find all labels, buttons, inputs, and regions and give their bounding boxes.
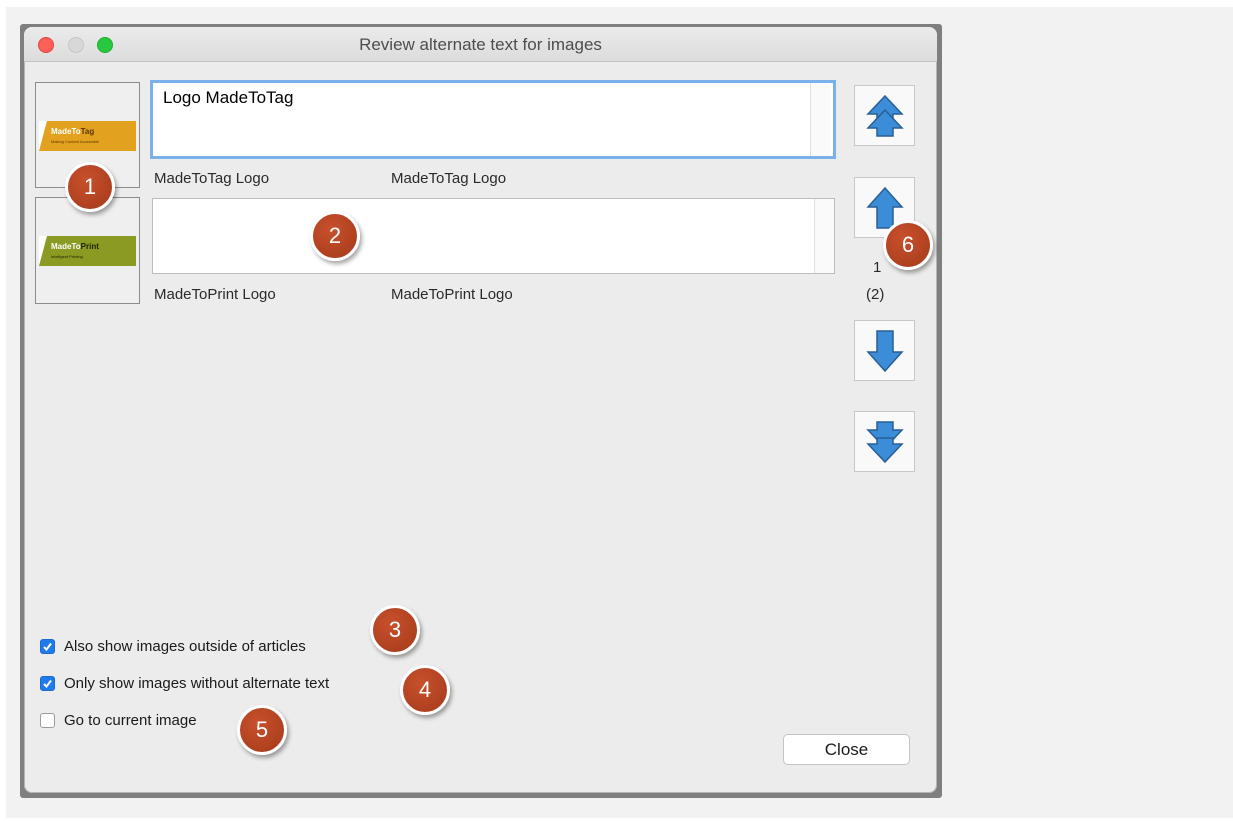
next-image-button[interactable] (854, 320, 915, 381)
option-label-2: Only show images without alternate text (64, 675, 330, 692)
double-down-arrow-icon (865, 420, 904, 463)
madetotag-logo-image: MadeToTag Making Content Accessible (39, 121, 136, 151)
checkbox-unchecked-icon[interactable] (40, 713, 55, 728)
down-arrow-icon (865, 329, 904, 372)
callout-badge-6: 6 (883, 220, 933, 270)
alt-text-scrollbar-2[interactable] (814, 199, 834, 273)
checkbox-checked-icon[interactable] (40, 676, 55, 691)
callout-badge-2: 2 (310, 211, 360, 261)
dialog-window: Review alternate text for images MadeToT… (24, 27, 937, 793)
image-name-1: MadeToTag Logo (391, 170, 507, 187)
alt-text-input-2[interactable] (152, 198, 835, 274)
option-without-alt-text[interactable]: Only show images without alternate text (40, 675, 329, 692)
image-thumbnail-2[interactable]: MadeToPrint Intelligent Printing (35, 197, 140, 304)
option-label-3: Go to current image (64, 712, 197, 729)
image-name-2: MadeToPrint Logo (391, 286, 513, 303)
alt-text-scrollbar-1[interactable] (810, 83, 830, 156)
window-title: Review alternate text for images (359, 35, 602, 54)
callout-badge-1: 1 (65, 162, 115, 212)
option-label-1: Also show images outside of articles (64, 638, 306, 655)
alt-text-input-1[interactable]: Logo MadeToTag (150, 80, 836, 159)
total-images-count: (2) (866, 286, 885, 303)
callout-badge-3: 3 (370, 605, 420, 655)
close-button[interactable]: Close (783, 734, 910, 765)
title-bar: Review alternate text for images (24, 27, 937, 62)
first-image-button[interactable] (854, 85, 915, 146)
image-label-2: MadeToPrint Logo (154, 286, 276, 303)
madetoprint-logo-image: MadeToPrint Intelligent Printing (39, 236, 136, 266)
option-outside-articles[interactable]: Also show images outside of articles (40, 638, 306, 655)
double-up-arrow-icon (865, 94, 904, 137)
callout-badge-4: 4 (400, 665, 450, 715)
option-go-to-current[interactable]: Go to current image (40, 712, 197, 729)
checkbox-checked-icon[interactable] (40, 639, 55, 654)
image-label-1: MadeToTag Logo (154, 170, 270, 187)
callout-badge-5: 5 (237, 705, 287, 755)
last-image-button[interactable] (854, 411, 915, 472)
current-image-index: 1 (873, 259, 882, 276)
